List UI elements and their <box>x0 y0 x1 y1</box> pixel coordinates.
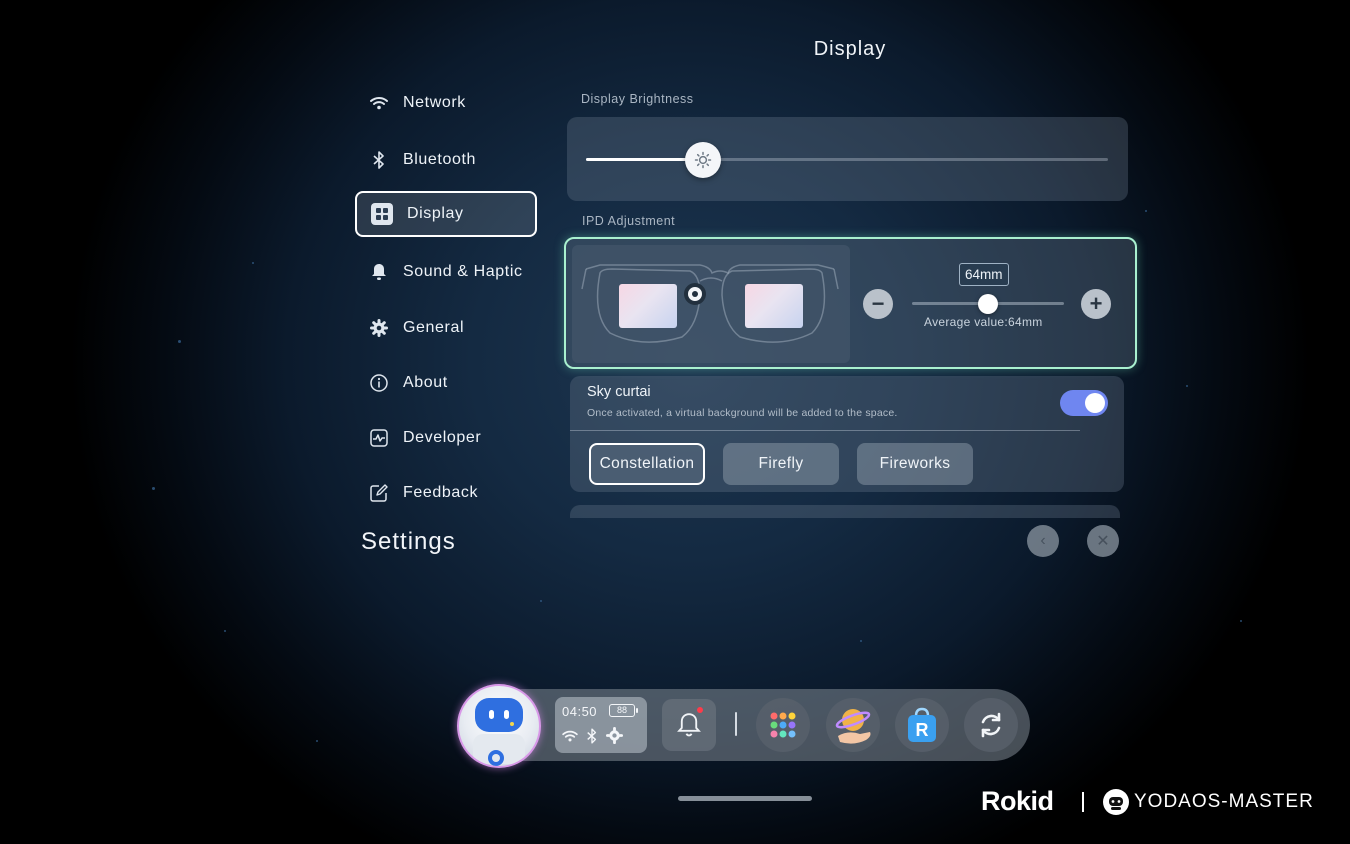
sky-curtain-title: Sky curtai <box>587 384 651 400</box>
option-constellation[interactable]: Constellation <box>589 443 705 485</box>
sun-icon <box>695 151 712 169</box>
next-panel-peek <box>570 505 1120 518</box>
divider <box>570 430 1080 431</box>
brightness-label: Display Brightness <box>581 92 694 106</box>
sky-curtain-panel: Sky curtai Once activated, a virtual bac… <box>570 376 1124 492</box>
glasses-outline-icon <box>581 264 839 343</box>
sidebar-item-feedback[interactable]: Feedback <box>355 470 537 516</box>
sidebar-item-label: Feedback <box>403 484 479 501</box>
svg-text:R: R <box>916 720 929 740</box>
sidebar-item-label: Sound & Haptic <box>403 263 523 280</box>
assistant-avatar[interactable] <box>457 684 541 768</box>
battery-level: 88 <box>609 704 638 717</box>
ipd-value-bubble: 64mm <box>959 263 1009 286</box>
ipd-label: IPD Adjustment <box>582 214 676 228</box>
option-fireworks[interactable]: Fireworks <box>857 443 973 485</box>
gear-icon <box>369 318 389 338</box>
sidebar-item-label: Network <box>403 94 466 111</box>
sidebar-item-about[interactable]: About <box>355 360 537 406</box>
brand-separator <box>1082 792 1084 812</box>
sidebar-item-label: About <box>403 374 448 391</box>
back-button[interactable]: ‹ <box>1027 525 1059 557</box>
pulse-icon <box>369 428 389 448</box>
home-indicator[interactable] <box>678 796 812 801</box>
recents-button[interactable] <box>964 698 1018 752</box>
sidebar-item-label: Developer <box>403 429 482 446</box>
ipd-slider-handle[interactable] <box>978 294 998 314</box>
settings-title: Settings <box>361 528 456 555</box>
robot-mascot-icon <box>473 698 525 766</box>
toggle-knob <box>1085 393 1105 413</box>
notifications-button[interactable] <box>662 699 716 751</box>
explore-button[interactable] <box>826 698 880 752</box>
rokid-logo: Rokid <box>981 786 1054 816</box>
sidebar-item-label: Bluetooth <box>403 151 477 168</box>
glasses-preview <box>572 245 850 363</box>
yodaos-master-wordmark: YODAOS-MASTER <box>1134 791 1314 812</box>
wifi-icon <box>369 93 389 113</box>
yodaos-logo-icon <box>1103 789 1129 815</box>
sky-curtain-description: Once activated, a virtual background wil… <box>587 407 898 419</box>
sky-curtain-toggle[interactable] <box>1060 390 1108 416</box>
sidebar-item-general[interactable]: General <box>355 305 537 351</box>
close-button[interactable]: ✕ <box>1087 525 1119 557</box>
planet-hand-icon <box>835 709 871 744</box>
option-firefly[interactable]: Firefly <box>723 443 839 485</box>
wifi-status-icon <box>562 730 578 741</box>
brightness-panel <box>567 117 1128 201</box>
brightness-slider-handle[interactable] <box>685 142 722 178</box>
dock-separator <box>735 712 737 736</box>
refresh-icon <box>981 712 1001 738</box>
sidebar-item-bluetooth[interactable]: Bluetooth <box>355 137 537 183</box>
sidebar-item-sound-haptic[interactable]: Sound & Haptic <box>355 249 537 295</box>
app-grid-icon <box>770 712 796 738</box>
ipd-increase-button[interactable]: + <box>1081 289 1111 319</box>
brightness-slider[interactable] <box>586 158 1108 161</box>
store-button[interactable]: R <box>895 698 949 752</box>
bluetooth-icon <box>369 150 389 170</box>
sidebar-item-label: Display <box>407 205 464 222</box>
sidebar-item-developer[interactable]: Developer <box>355 415 537 461</box>
status-icons <box>562 727 623 744</box>
info-icon <box>369 373 389 393</box>
left-lens-display <box>619 284 677 328</box>
edit-icon <box>369 483 389 503</box>
sidebar-item-display[interactable]: Display <box>355 191 537 237</box>
sidebar-item-label: General <box>403 319 465 336</box>
ipd-panel: − 64mm Average value:64mm + <box>564 237 1137 369</box>
right-lens-display <box>745 284 803 328</box>
status-card[interactable]: 04:50 88 <box>555 697 647 753</box>
ipd-decrease-button[interactable]: − <box>863 289 893 319</box>
bell-icon <box>369 262 389 282</box>
store-bag-icon: R <box>908 707 936 742</box>
settings-status-icon <box>606 727 623 744</box>
display-icon <box>371 203 393 225</box>
notification-badge <box>697 707 703 713</box>
app-library-button[interactable] <box>756 698 810 752</box>
sidebar-item-network[interactable]: Network <box>355 80 537 126</box>
notification-bell-icon <box>677 713 701 737</box>
ipd-average-text: Average value:64mm <box>924 315 1043 329</box>
ipd-center-marker <box>684 283 706 305</box>
page-title: Display <box>813 38 887 60</box>
clock-time: 04:50 <box>562 704 598 719</box>
bluetooth-status-icon <box>587 727 597 744</box>
